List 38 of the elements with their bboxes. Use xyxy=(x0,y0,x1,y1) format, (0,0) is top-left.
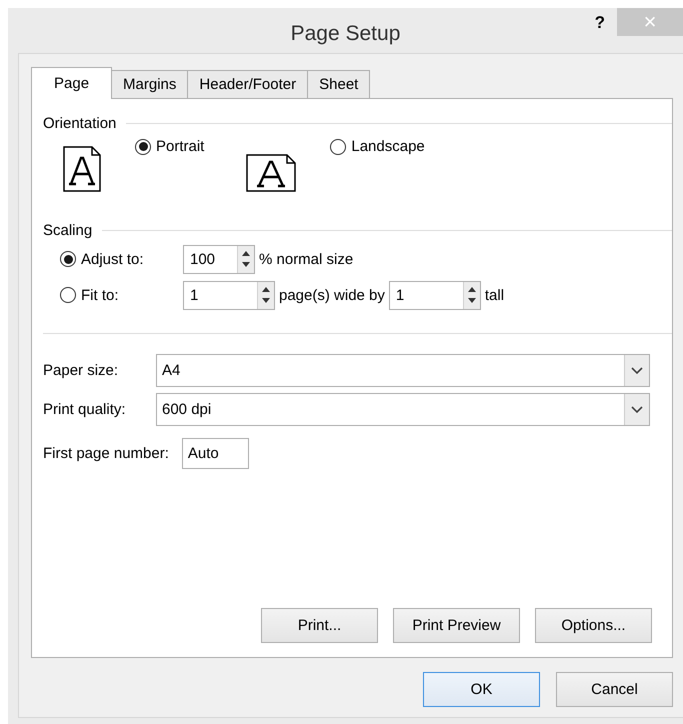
landscape-page-icon xyxy=(246,154,296,192)
spin-field[interactable]: 1 xyxy=(183,280,275,310)
radio-button[interactable] xyxy=(60,251,76,267)
spinner-arrows-icon[interactable] xyxy=(257,282,274,308)
tab[interactable]: Margins xyxy=(111,70,188,98)
dialog-button[interactable]: Print... xyxy=(261,608,378,643)
field-label: Print quality: xyxy=(43,401,127,418)
spin-field[interactable]: 1 xyxy=(388,280,481,310)
window-title: Page Setup xyxy=(290,20,400,46)
portrait-page-icon xyxy=(63,146,101,192)
field-suffix: page(s) wide by xyxy=(279,286,385,304)
radio-button[interactable] xyxy=(60,287,76,303)
dialog-button[interactable]: OK xyxy=(423,672,540,707)
radio-button[interactable] xyxy=(330,138,346,154)
input-field[interactable]: Auto xyxy=(182,438,249,469)
field-suffix: % normal size xyxy=(259,250,354,268)
dropdown-field[interactable]: A4 xyxy=(156,354,650,387)
group-heading: Scaling xyxy=(43,222,92,239)
dialog-button[interactable]: Options... xyxy=(535,608,652,643)
tab[interactable]: Sheet xyxy=(307,70,370,98)
radio-label: Landscape xyxy=(351,138,425,155)
spinner-arrows-icon[interactable] xyxy=(462,282,480,308)
dialog-button[interactable]: Print Preview xyxy=(393,608,520,643)
radio-label: Fit to: xyxy=(81,286,119,304)
dropdown-field[interactable]: 600 dpi xyxy=(156,393,650,426)
help-button[interactable]: ? xyxy=(588,12,611,34)
field-suffix: tall xyxy=(484,286,504,304)
field-label: Paper size: xyxy=(43,362,120,379)
radio-button[interactable] xyxy=(135,138,151,154)
spin-field[interactable]: 100 xyxy=(183,244,255,274)
radio-label: Adjust to: xyxy=(81,250,144,268)
field-label: First page number: xyxy=(43,445,169,462)
radio-label: Portrait xyxy=(156,138,204,155)
spinner-arrows-icon[interactable] xyxy=(237,246,254,272)
dialog-button[interactable]: Cancel xyxy=(556,672,673,707)
tab[interactable]: Page xyxy=(31,67,112,99)
tab[interactable]: Header/Footer xyxy=(187,70,308,98)
group-heading: Orientation xyxy=(43,115,116,132)
